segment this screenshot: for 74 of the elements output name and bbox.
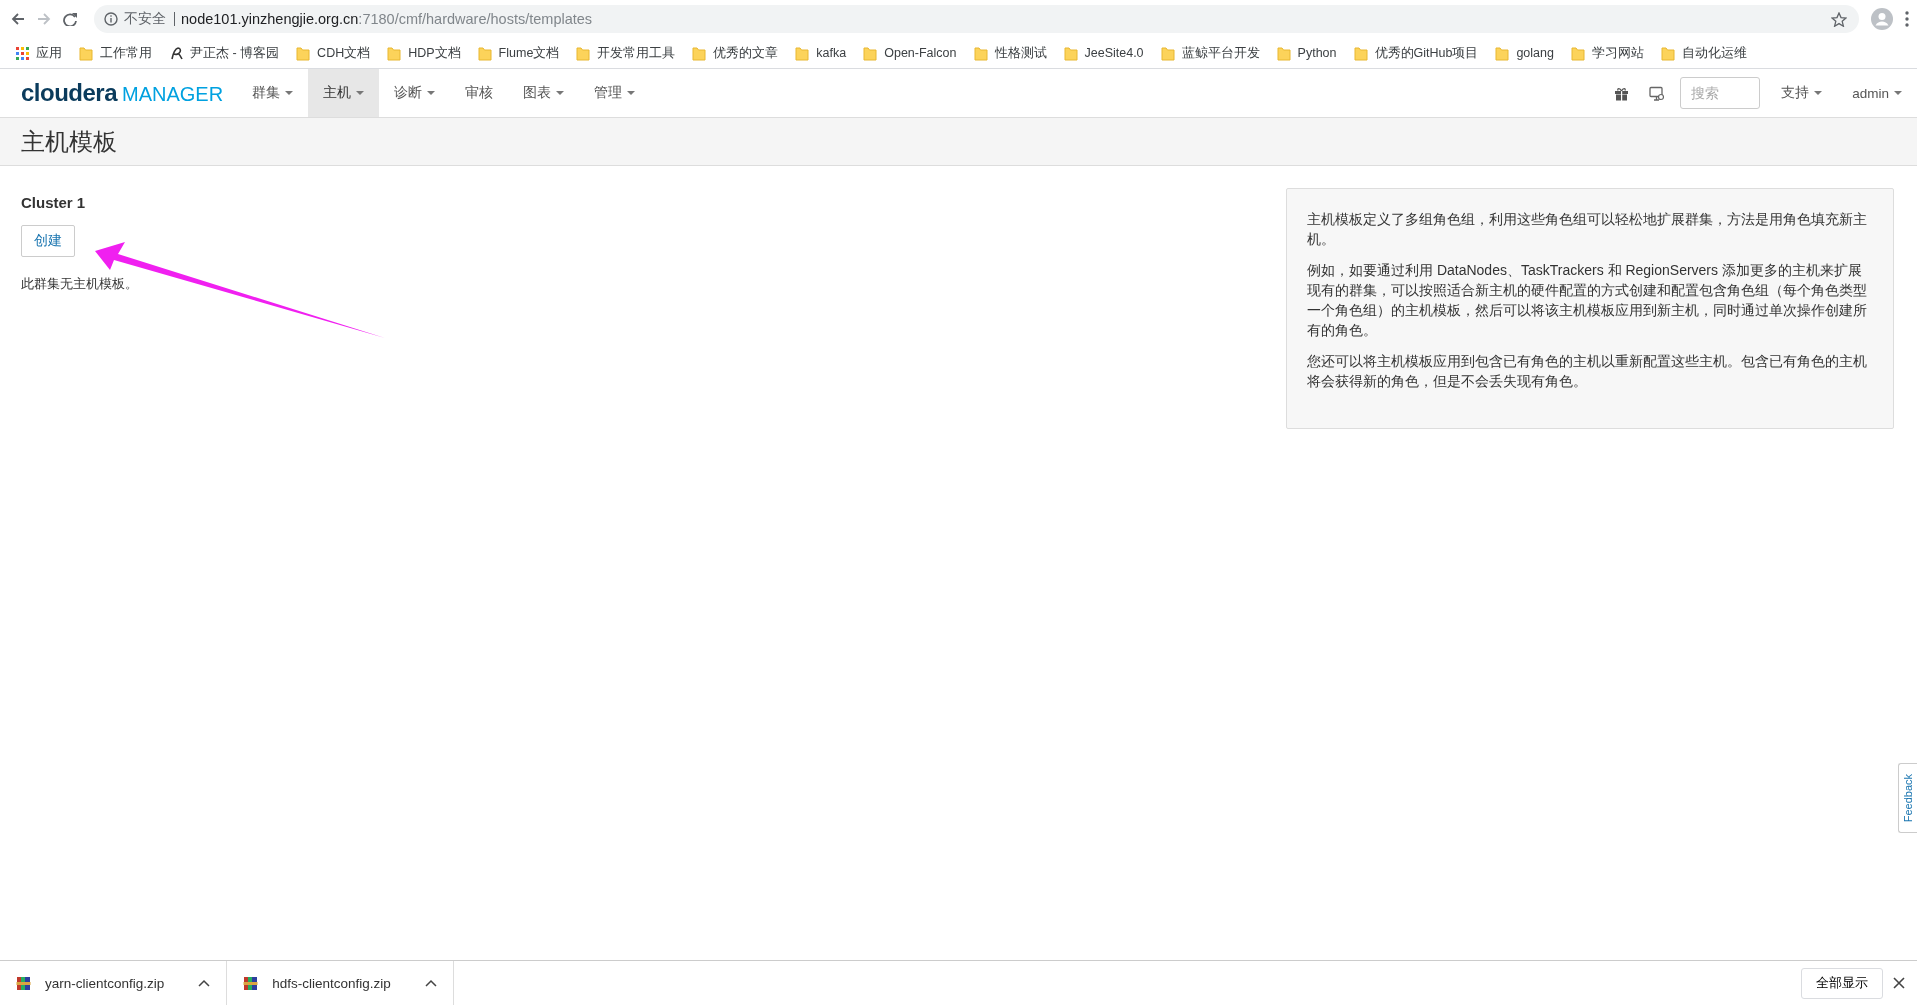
bookmark[interactable]: 蓝鲸平台开发: [1153, 41, 1267, 65]
back-icon[interactable]: [10, 12, 25, 26]
folder-icon: [863, 45, 878, 61]
bookmark[interactable]: JeeSite4.0: [1056, 42, 1151, 64]
folder-icon: [576, 45, 591, 61]
download-filename: yarn-clientconfig.zip: [45, 975, 165, 991]
info-icon[interactable]: [104, 12, 118, 26]
bookmark[interactable]: 工作常用: [72, 41, 159, 65]
folder-icon: [1353, 45, 1368, 61]
nav-menu-item[interactable]: 主机: [308, 69, 380, 117]
security-label: 不安全: [124, 12, 175, 26]
show-all-button[interactable]: 全部显示: [1801, 967, 1883, 999]
bookmark[interactable]: 学习网站: [1563, 41, 1651, 65]
folder-icon: [973, 45, 988, 61]
feedback-tab[interactable]: Feedback: [1898, 763, 1917, 833]
empty-message: 此群集无主机模板。: [21, 275, 138, 293]
folder-icon: [1495, 45, 1510, 61]
info-paragraph: 您还可以将主机模板应用到包含已有角色的主机以重新配置这些主机。包含已有角色的主机将会获得新的角色，但是不会丢失现有角色。: [1307, 352, 1868, 391]
nav-menu-item[interactable]: 审核: [450, 69, 509, 117]
bookmark[interactable]: Flume文档: [470, 41, 567, 65]
folder-icon: [79, 45, 93, 61]
cloudera-manager-logo[interactable]: cloudera MANAGER: [21, 79, 224, 107]
nav-menu-item[interactable]: admin: [1837, 69, 1917, 117]
bookmark[interactable]: Open-Falcon: [856, 42, 964, 64]
close-icon[interactable]: [1893, 977, 1905, 989]
bookmark[interactable]: 尹正杰 - 博客园: [162, 41, 287, 65]
chevron-up-icon[interactable]: [198, 978, 211, 988]
star-icon[interactable]: [1831, 11, 1847, 27]
archive-icon: [243, 975, 259, 991]
site-icon: [169, 45, 183, 61]
bookmark[interactable]: kafka: [788, 42, 854, 64]
folder-icon: [477, 45, 492, 61]
bookmark[interactable]: 自动化运维: [1653, 41, 1754, 65]
chevron-up-icon[interactable]: [424, 978, 437, 988]
bookmark[interactable]: 优秀的文章: [685, 41, 786, 65]
folder-icon: [296, 45, 311, 61]
bookmark[interactable]: 性格测试: [966, 41, 1054, 65]
info-paragraph: 例如，如要通过利用 DataNodes、TaskTrackers 和 RegionServers 添加更多的主机来扩展现有的群集，可以按照适合新主机的硬件配置的方式创建和配置包含角色组（每个角色类型一个角色组）的主机模板，然后可以将该主机模板应用到新主机，同时通过单次操作创建所有的角色。: [1307, 261, 1868, 340]
nav-menu-item[interactable]: 图表: [508, 69, 580, 117]
create-button[interactable]: 创建: [21, 225, 75, 257]
page-title: 主机模板: [21, 126, 117, 157]
folder-icon: [1063, 45, 1078, 61]
folder-icon: [1660, 45, 1675, 61]
bookmark[interactable]: golang: [1488, 42, 1561, 64]
download-filename: hdfs-clientconfig.zip: [272, 975, 391, 991]
gift-icon[interactable]: [1614, 85, 1630, 101]
folder-icon: [795, 45, 810, 61]
download-item[interactable]: hdfs-clientconfig.zip: [243, 961, 454, 1005]
cluster-name: Cluster 1: [21, 194, 86, 211]
nav-menu-item[interactable]: 支持: [1766, 69, 1838, 117]
download-item[interactable]: yarn-clientconfig.zip: [16, 961, 228, 1005]
bookmark[interactable]: HDP文档: [380, 41, 468, 65]
search-field[interactable]: 搜索: [1680, 77, 1761, 109]
reload-icon[interactable]: [63, 12, 78, 26]
folder-icon: [1570, 45, 1585, 61]
nav-menu-item[interactable]: 诊断: [379, 69, 451, 117]
apps-icon: [15, 45, 29, 61]
address-bar[interactable]: 不安全 node101.yinzhengjie.org.cn:7180/cmf/hardware/hosts/templates: [94, 5, 1859, 33]
folder-icon: [387, 45, 402, 61]
nav-menu-item[interactable]: 管理: [579, 69, 651, 117]
url-text: node101.yinzhengjie.org.cn:7180/cmf/hardware/hosts/templates: [181, 11, 593, 27]
monitor-icon[interactable]: [1649, 85, 1665, 101]
bookmark[interactable]: 优秀的GitHub项目: [1346, 41, 1486, 65]
nav-menu-item[interactable]: 群集: [237, 69, 309, 117]
folder-icon: [692, 45, 707, 61]
bookmark[interactable]: Python: [1269, 42, 1344, 64]
bookmark[interactable]: CDH文档: [289, 41, 378, 65]
bookmark[interactable]: 应用: [8, 41, 69, 65]
archive-icon: [16, 975, 31, 991]
folder-icon: [1276, 45, 1291, 61]
bookmark[interactable]: 开发常用工具: [569, 41, 683, 65]
menu-icon[interactable]: [1905, 11, 1909, 27]
folder-icon: [1160, 45, 1175, 61]
info-paragraph: 主机模板定义了多组角色组，利用这些角色组可以轻松地扩展群集，方法是用角色填充新主机。: [1307, 210, 1868, 249]
